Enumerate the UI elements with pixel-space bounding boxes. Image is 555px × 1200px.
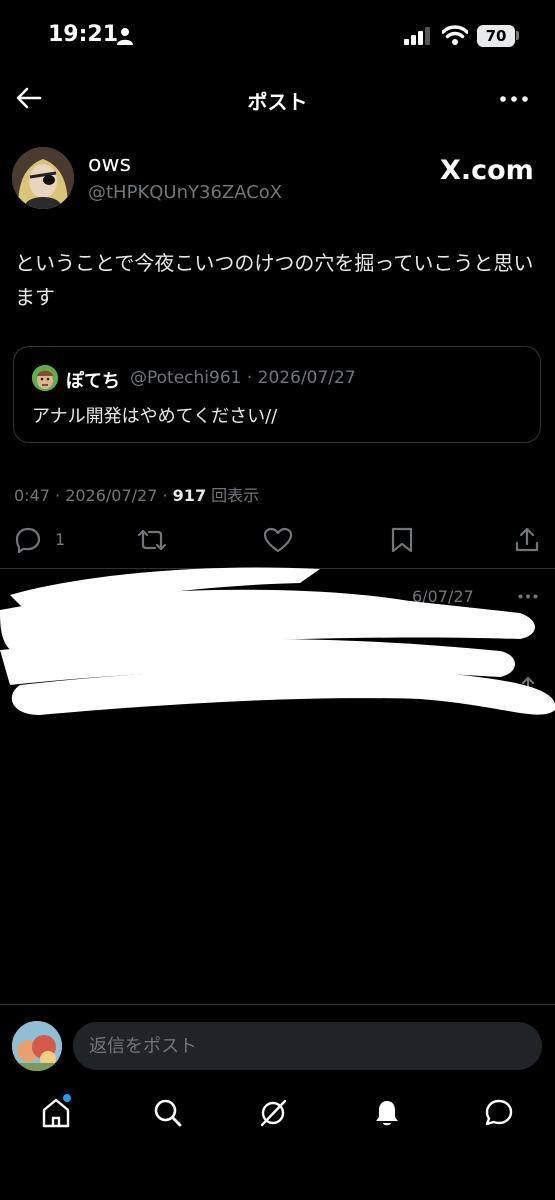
wifi-icon [442,25,468,45]
user-avatar[interactable] [12,1021,62,1071]
author-display-name[interactable]: ows [88,152,131,177]
divider [0,1004,555,1005]
home-notification-dot [63,1094,71,1102]
status-time: 19:21 [48,22,119,47]
search-icon[interactable] [153,1098,183,1128]
view-count: 917 [172,486,207,505]
page-title: ポスト [247,90,308,114]
views-label: 回表示 [206,486,260,505]
share-icon[interactable] [514,526,540,554]
signal-icon [404,27,430,45]
reply-count: 1 [55,530,66,549]
post-meta: 0:47 · 2026/07/27 · 917 回表示 [14,482,259,506]
bookmark-icon[interactable] [390,526,414,554]
reply-icon[interactable] [14,526,42,554]
heart-icon[interactable] [263,526,293,554]
quoted-text: アナル開発はやめてください// [32,406,278,427]
more-horizontal-icon[interactable] [500,96,528,102]
home-icon[interactable] [42,1098,70,1128]
battery-tip [516,31,519,40]
repost-icon[interactable] [136,526,168,554]
reply-input[interactable] [73,1022,542,1070]
person-icon [117,28,133,45]
quoted-author-name: ぽてち [66,371,120,392]
bell-icon[interactable] [373,1098,401,1128]
redaction-scribble [0,567,555,715]
author-avatar[interactable] [12,147,74,209]
quoted-avatar [32,365,58,391]
author-handle[interactable]: @tHPKQUnY36ZACoX [88,182,282,203]
battery-indicator: 70 [477,25,515,47]
x-com-logo: X.com [440,155,534,186]
avatar-illustration [12,147,74,209]
messages-icon[interactable] [484,1098,514,1128]
user-avatar-illustration [12,1021,62,1071]
grok-icon[interactable] [258,1098,288,1128]
quoted-avatar-illustration [32,365,58,391]
quoted-meta: @Potechi961 · 2026/07/27 [130,368,356,388]
post-time: 0:47 · 2026/07/27 · [14,486,173,505]
post-text: ということで今夜こいつのけつの穴を掘っていこうと思います [15,251,534,309]
quoted-post[interactable] [13,346,541,443]
